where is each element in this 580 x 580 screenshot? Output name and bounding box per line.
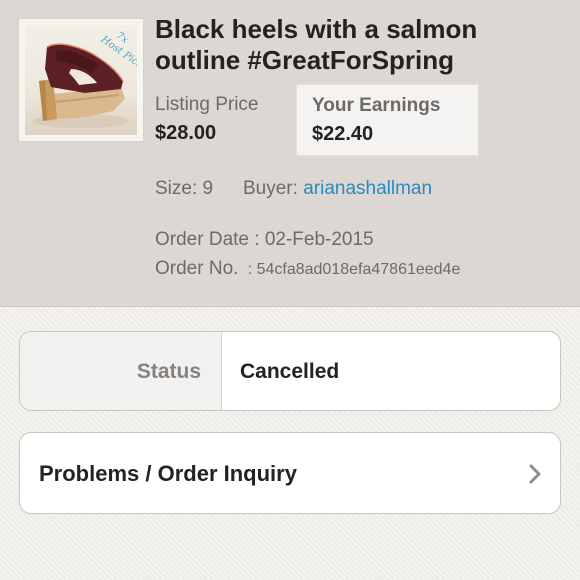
order-number-value: : 54cfa8ad018efa47861eed4e — [247, 261, 461, 278]
order-number: Order No. : 54cfa8ad018efa47861eed4e — [155, 258, 460, 280]
order-inquiry-button[interactable]: Problems / Order Inquiry — [19, 432, 561, 514]
listing-price-label: Listing Price — [155, 94, 259, 115]
chevron-right-icon — [529, 464, 541, 484]
order-header: 7x Host Pick Black heels with a salmon o… — [0, 0, 580, 307]
order-inquiry-label: Problems / Order Inquiry — [39, 461, 297, 486]
status-value: Cancelled — [240, 360, 340, 383]
earnings-box: Your Earnings $22.40 — [296, 84, 479, 156]
status-label: Status — [136, 360, 201, 383]
earnings-label: Your Earnings — [312, 95, 441, 116]
status-label-cell: Status — [20, 332, 222, 410]
buyer-info: Buyer: arianashallman — [243, 178, 432, 200]
status-row: Status Cancelled — [19, 331, 561, 411]
order-date: Order Date : 02-Feb-2015 — [155, 229, 374, 250]
size-info: Size: 9 — [155, 178, 214, 199]
order-number-label: Order No. — [155, 258, 239, 279]
buyer-label: Buyer: — [243, 178, 298, 199]
listing-price-value: $28.00 — [155, 122, 217, 144]
buyer-link[interactable]: arianashallman — [303, 178, 432, 199]
earnings-value: $22.40 — [312, 123, 374, 145]
listing-title: Black heels with a salmon outline #Great… — [155, 14, 478, 75]
shoe-image: 7x Host Pick — [25, 25, 137, 135]
listing-thumbnail[interactable]: 7x Host Pick — [18, 18, 144, 142]
shoe-illustration: 7x Host Pick — [33, 30, 137, 128]
